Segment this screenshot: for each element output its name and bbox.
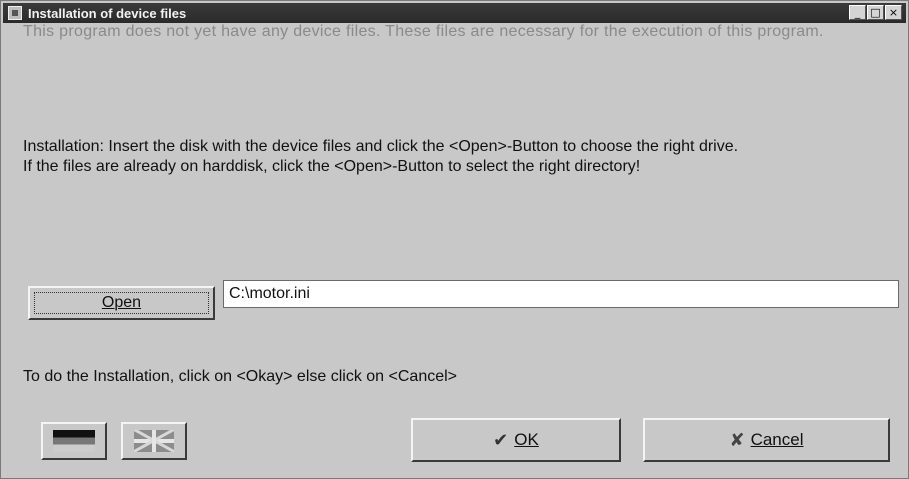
- title-bar[interactable]: Installation of device files _ □ ×: [3, 3, 906, 23]
- app-icon[interactable]: [8, 6, 22, 20]
- install-line-2: If the files are already on harddisk, cl…: [23, 158, 641, 175]
- minimize-icon[interactable]: _: [849, 5, 866, 20]
- cancel-button-label: Cancel: [750, 430, 804, 449]
- focus-rect: [34, 292, 209, 314]
- uk-flag-icon: [134, 430, 174, 452]
- install-line-1: Installation: Insert the disk with the d…: [23, 138, 739, 155]
- ok-button[interactable]: ✔ OK: [411, 418, 621, 462]
- installation-dialog: Installation of device files _ □ × This …: [0, 0, 909, 479]
- german-language-button[interactable]: [41, 422, 107, 460]
- intro-text: This program does not yet have any devic…: [23, 23, 824, 40]
- check-icon: ✔: [493, 429, 509, 451]
- x-icon: ✘: [729, 429, 745, 451]
- german-flag-icon: [53, 430, 95, 452]
- maximize-icon[interactable]: □: [867, 5, 884, 20]
- hint-text: To do the Installation, click on <Okay> …: [23, 368, 458, 385]
- path-input[interactable]: [223, 280, 899, 308]
- install-instructions: Installation: Insert the disk with the d…: [23, 137, 893, 177]
- window-title: Installation of device files: [28, 5, 187, 21]
- cancel-button[interactable]: ✘ Cancel: [643, 418, 890, 462]
- ok-button-label: OK: [514, 430, 539, 449]
- close-icon[interactable]: ×: [885, 5, 902, 20]
- window-controls: _ □ ×: [848, 5, 902, 20]
- english-language-button[interactable]: [121, 422, 187, 460]
- open-button[interactable]: Open: [28, 286, 215, 320]
